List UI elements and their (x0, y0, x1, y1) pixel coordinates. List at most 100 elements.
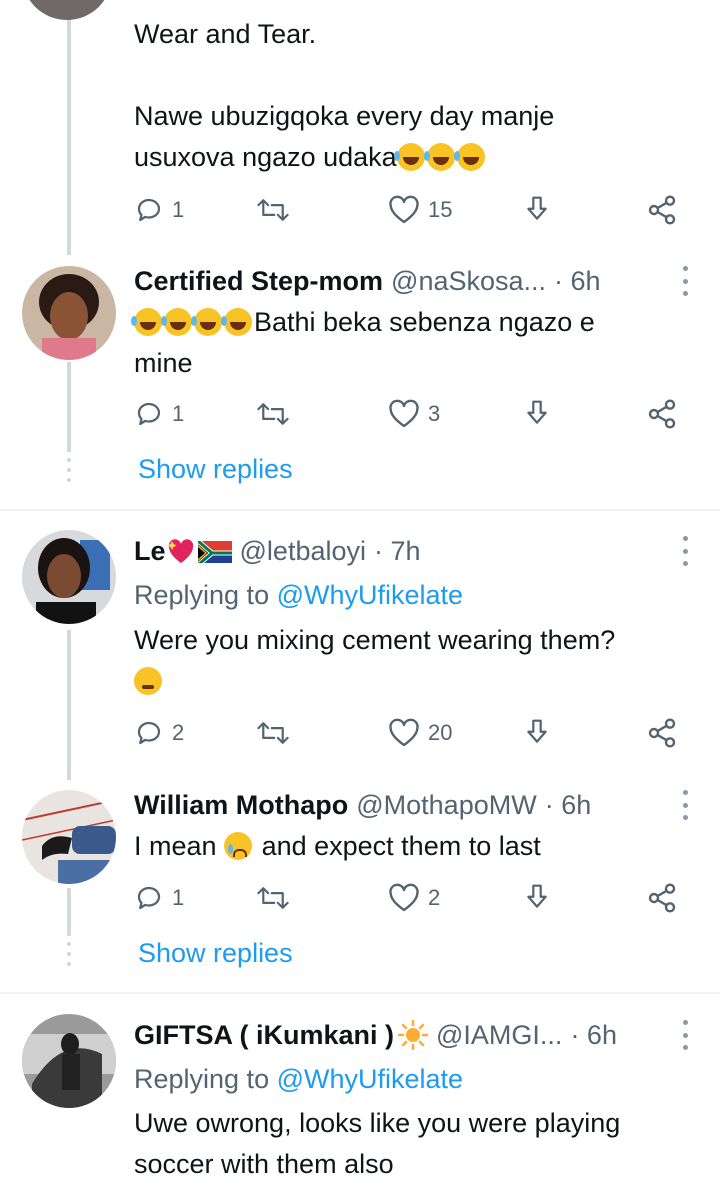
timestamp[interactable]: · 6h (570, 1018, 617, 1052)
timestamp[interactable]: · 7h (374, 534, 421, 568)
thread-line (67, 630, 71, 780)
like-button[interactable]: 3 (388, 396, 440, 432)
download-icon (527, 719, 547, 743)
sun-icon (398, 1020, 429, 1050)
tweet-text-line: Were you mixing cement wearing them? (134, 625, 616, 655)
username[interactable]: @IAMGI... (436, 1018, 562, 1052)
crying-face-emoji (224, 832, 253, 860)
replying-to-link[interactable]: @WhyUfikelate (277, 1064, 463, 1094)
replying-to-link[interactable]: @WhyUfikelate (277, 580, 463, 610)
tweet-body: I mean and expect them to last (134, 826, 694, 867)
retweet-button[interactable] (256, 396, 298, 432)
like-count: 3 (428, 401, 441, 426)
more-options-icon[interactable] (680, 266, 690, 296)
tweet-body: Wear and Tear. Nawe ubuzigqoka every day… (134, 14, 694, 178)
retweet-button[interactable] (256, 880, 298, 916)
download-button[interactable] (522, 880, 552, 916)
tweet-actions: 2 20 (134, 715, 694, 751)
username[interactable]: @naSkosa... (391, 264, 546, 298)
display-name[interactable]: GIFTSA ( iKumkani ) (134, 1018, 394, 1052)
thread-dots (66, 458, 72, 482)
divider (0, 509, 720, 511)
avatar[interactable] (22, 266, 116, 360)
tweet-text-line: Uwe owrong, looks like you were playing (134, 1108, 621, 1138)
reply-button[interactable]: 1 (134, 192, 184, 228)
retweet-button[interactable] (256, 192, 298, 228)
reply-count: 1 (172, 401, 185, 426)
tweet-actions: 1 3 (134, 396, 694, 432)
show-replies-link[interactable]: Show replies (138, 452, 293, 486)
like-button[interactable]: 20 (388, 715, 452, 751)
avatar[interactable] (22, 530, 116, 624)
more-options-icon[interactable] (680, 536, 690, 566)
rolling-laughing-emoji (423, 143, 455, 171)
reply-button[interactable]: 1 (134, 396, 184, 432)
tweet-text-line: and expect them to last (261, 831, 541, 861)
heart-icon (389, 399, 419, 428)
more-options-icon[interactable] (680, 790, 690, 820)
tweet-text-line: Nawe ubuzigqoka every day manje (134, 101, 555, 131)
south-africa-flag-icon (197, 539, 232, 563)
retweet-button[interactable] (256, 715, 298, 751)
thread-line (67, 888, 71, 936)
tweet-text-line: I mean (134, 831, 217, 861)
share-button[interactable] (646, 880, 678, 916)
like-count: 20 (428, 720, 453, 745)
tweet-header: Le @letbaloyi · 7h (134, 534, 421, 568)
download-button[interactable] (522, 715, 552, 751)
display-name[interactable]: Le (134, 534, 166, 568)
download-button[interactable] (522, 192, 552, 228)
like-count: 2 (428, 885, 441, 910)
username[interactable]: @MothapoMW (356, 788, 536, 822)
replying-to: Replying to @WhyUfikelate (134, 578, 463, 612)
timestamp[interactable]: · 6h (545, 788, 592, 822)
tweet-text-line (134, 55, 694, 96)
thread-line (67, 0, 71, 255)
avatar[interactable] (22, 0, 112, 20)
share-button[interactable] (646, 715, 678, 751)
timestamp[interactable]: · 6h (554, 264, 601, 298)
display-name[interactable]: William Mothapo (134, 788, 348, 822)
tweet-body: Uwe owrong, looks like you were playing … (134, 1103, 694, 1185)
replying-prefix: Replying to (134, 580, 270, 610)
reply-count: 1 (172, 197, 185, 222)
more-options-icon[interactable] (680, 1020, 690, 1050)
tweet-text-line: mine (134, 348, 193, 378)
reply-button[interactable]: 2 (134, 715, 184, 751)
sparkling-heart-icon (167, 539, 193, 563)
share-button[interactable] (646, 396, 678, 432)
tweet-body: Bathi beka sebenza ngazo e mine (131, 302, 694, 384)
tweet-header: GIFTSA ( iKumkani ) @IAMGI... · 6h (134, 1018, 617, 1052)
show-replies-link[interactable]: Show replies (138, 936, 293, 970)
thinking-face-emoji (134, 667, 162, 695)
like-button[interactable]: 2 (388, 880, 440, 916)
share-icon (648, 718, 676, 748)
reply-icon (137, 721, 161, 745)
reply-icon (137, 886, 161, 910)
download-button[interactable] (522, 396, 552, 432)
share-icon (648, 195, 676, 225)
display-name[interactable]: Certified Step-mom (134, 264, 383, 298)
tweet-body: Were you mixing cement wearing them? (134, 620, 694, 702)
like-button[interactable]: 15 (388, 192, 452, 228)
retweet-icon (257, 722, 289, 744)
avatar[interactable] (22, 790, 116, 884)
username[interactable]: @letbaloyi (240, 534, 366, 568)
replying-prefix: Replying to (134, 1064, 270, 1094)
thread-line (67, 362, 71, 452)
retweet-icon (257, 199, 289, 221)
share-icon (648, 399, 676, 429)
avatar[interactable] (22, 1014, 116, 1108)
replying-to: Replying to @WhyUfikelate (134, 1062, 463, 1096)
divider (0, 992, 720, 994)
tweet-text-line: Wear and Tear. (134, 19, 317, 49)
share-icon (648, 883, 676, 913)
reply-button[interactable]: 1 (134, 880, 184, 916)
retweet-icon (257, 887, 289, 909)
tweet-text-line: Bathi beka sebenza ngazo e (254, 307, 595, 337)
tweet-header: William Mothapo @MothapoMW · 6h (134, 788, 591, 822)
share-button[interactable] (646, 192, 678, 228)
tweet-text-line: usuxova ngazo udaka (134, 142, 397, 172)
reply-count: 2 (172, 720, 185, 745)
retweet-icon (257, 403, 289, 425)
